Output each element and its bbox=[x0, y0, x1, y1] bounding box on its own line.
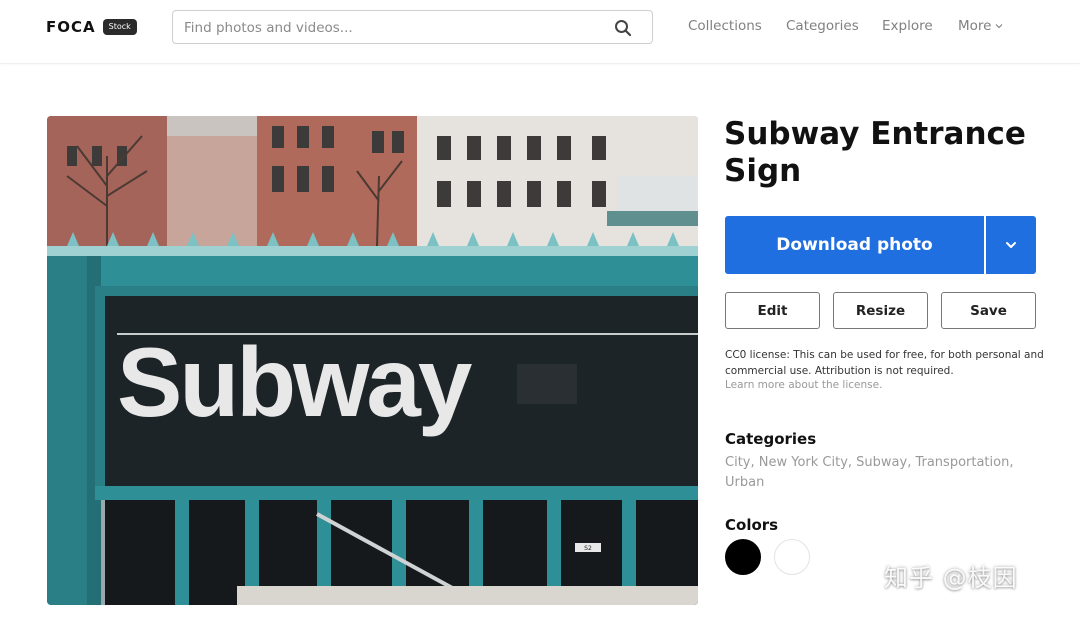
category-link[interactable]: Subway bbox=[856, 455, 907, 470]
category-link[interactable]: Urban bbox=[725, 475, 764, 490]
logo-wordmark: FOCA bbox=[46, 18, 96, 36]
search-placeholder: Find photos and videos... bbox=[184, 20, 353, 36]
subway-photo: Subway S2 bbox=[47, 116, 698, 605]
category-link[interactable]: Transportation bbox=[915, 455, 1009, 470]
category-separator: , bbox=[750, 455, 759, 470]
category-separator: , bbox=[1009, 455, 1014, 470]
nav-more-label: More bbox=[958, 18, 992, 34]
search-icon[interactable] bbox=[614, 19, 632, 37]
logo-badge: Stock bbox=[102, 19, 137, 35]
search-input[interactable]: Find photos and videos... bbox=[172, 10, 653, 44]
top-navbar: FOCA Stock Find photos and videos... Col… bbox=[0, 0, 1080, 64]
photo-title: Subway Entrance Sign bbox=[724, 116, 1026, 189]
logo[interactable]: FOCA Stock bbox=[46, 18, 137, 36]
chevron-down-icon bbox=[996, 24, 1003, 29]
edit-button[interactable]: Edit bbox=[725, 292, 820, 329]
nav-explore[interactable]: Explore bbox=[882, 18, 933, 34]
download-photo-button[interactable]: Download photo bbox=[725, 216, 984, 274]
watermark: 知乎 @枝因 bbox=[884, 564, 1018, 592]
chevron-down-icon bbox=[1006, 242, 1016, 248]
nav-categories[interactable]: Categories bbox=[786, 18, 859, 34]
license-link[interactable]: Learn more about the license. bbox=[725, 379, 882, 391]
colors-heading: Colors bbox=[725, 516, 779, 534]
color-swatch-black[interactable] bbox=[725, 539, 761, 575]
category-separator: , bbox=[847, 455, 857, 470]
photo-preview[interactable]: Subway S2 bbox=[47, 116, 698, 605]
resize-button[interactable]: Resize bbox=[833, 292, 928, 329]
nav-more[interactable]: More bbox=[958, 18, 1003, 34]
categories-heading: Categories bbox=[725, 430, 817, 448]
sign-text: Subway bbox=[117, 327, 472, 437]
category-list: City, New York City, Subway, Transportat… bbox=[725, 453, 1045, 493]
sign-plate-text: S2 bbox=[584, 545, 592, 552]
category-link[interactable]: New York City bbox=[759, 455, 848, 470]
download-options-button[interactable] bbox=[986, 216, 1036, 274]
license-text: CC0 license: This can be used for free, … bbox=[725, 349, 1044, 377]
category-link[interactable]: City bbox=[725, 455, 750, 470]
nav-collections[interactable]: Collections bbox=[688, 18, 762, 34]
save-button[interactable]: Save bbox=[941, 292, 1036, 329]
color-swatch-white[interactable] bbox=[774, 539, 810, 575]
